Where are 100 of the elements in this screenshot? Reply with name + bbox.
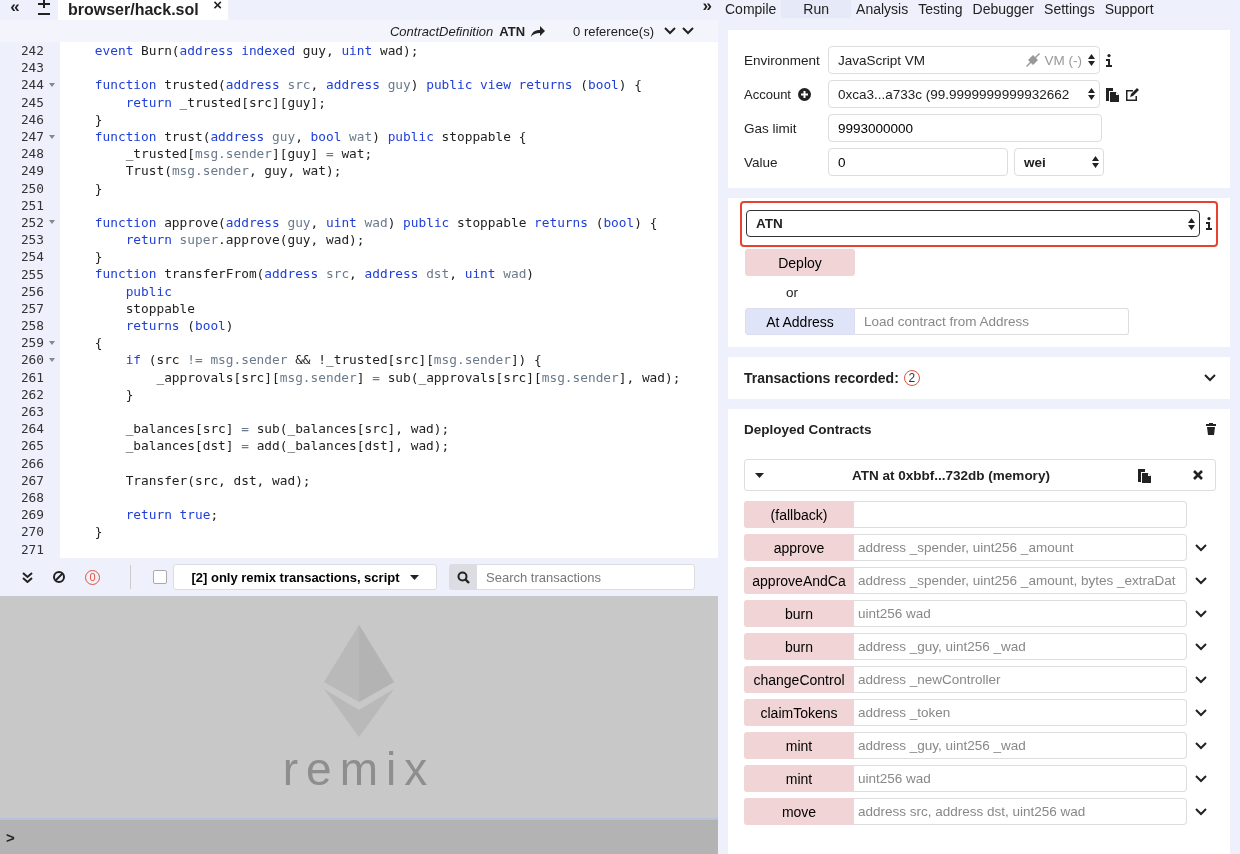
- deploy-button[interactable]: Deploy: [745, 249, 855, 276]
- argument-field[interactable]: address src, address dst, uint256 wad: [854, 798, 1187, 825]
- chevron-down-icon[interactable]: [1195, 609, 1207, 618]
- line-number: 265: [19, 438, 44, 454]
- line-number: 261: [19, 369, 44, 385]
- value-field[interactable]: 0: [828, 148, 1008, 176]
- gas-limit-field[interactable]: 9993000000: [828, 114, 1102, 142]
- info-icon[interactable]: [1206, 217, 1212, 230]
- double-chevron-down-icon[interactable]: [22, 571, 33, 583]
- panel-tab[interactable]: Support: [1099, 0, 1159, 18]
- filter-dropdown[interactable]: [2] only remix transactions, script: [173, 564, 437, 590]
- function-button[interactable]: mint: [744, 765, 854, 792]
- argument-field[interactable]: address _guy, uint256 _wad: [854, 732, 1187, 759]
- line-number: 244: [19, 77, 44, 93]
- collapse-right-icon[interactable]: »: [702, 0, 712, 12]
- at-address-button[interactable]: At Address: [745, 308, 855, 335]
- code-line: }: [93, 111, 103, 127]
- chevron-down-icon[interactable]: [1195, 774, 1207, 783]
- chevron-down-icon[interactable]: [1195, 741, 1207, 750]
- add-circle-icon[interactable]: [798, 87, 811, 101]
- account-select[interactable]: 0xca3...a733c (99.9999999999932662: [828, 80, 1100, 108]
- argument-field[interactable]: uint256 wad: [854, 765, 1187, 792]
- search-field[interactable]: Search transactions: [477, 564, 695, 590]
- line-number: 263: [19, 404, 44, 420]
- address-field[interactable]: Load contract from Address: [855, 308, 1129, 335]
- function-button[interactable]: approveAndCa: [744, 567, 854, 594]
- copy-icon[interactable]: [1138, 467, 1151, 483]
- filter-checkbox[interactable]: [153, 570, 167, 584]
- field-label: Account: [744, 86, 791, 102]
- panel-tab[interactable]: Analysis: [851, 0, 914, 18]
- search-button[interactable]: [449, 564, 477, 590]
- fold-arrow-icon[interactable]: [49, 340, 55, 345]
- line-number: 243: [19, 60, 44, 76]
- line-number: 262: [19, 386, 44, 402]
- code-line: }: [93, 524, 103, 540]
- contract-instance-bar[interactable]: ATN at 0xbbf...732db (memory): [744, 459, 1216, 491]
- reference-count: 0 reference(s): [573, 23, 654, 39]
- function-button[interactable]: approve: [744, 534, 854, 561]
- caret-down-icon[interactable]: [755, 472, 764, 478]
- line-number: 245: [19, 94, 44, 110]
- fold-arrow-icon[interactable]: [49, 82, 55, 87]
- info-icon[interactable]: [1106, 53, 1112, 67]
- chevron-up-icon[interactable]: [664, 27, 676, 35]
- argument-field[interactable]: address _spender, uint256 _amount, bytes _extraDat: [854, 567, 1187, 594]
- panel-tab[interactable]: Run: [781, 0, 852, 18]
- fold-arrow-icon[interactable]: [49, 357, 55, 362]
- chevron-down-icon[interactable]: [1195, 642, 1207, 651]
- collapse-left-icon[interactable]: «: [0, 0, 30, 14]
- chevron-down-icon[interactable]: [1195, 708, 1207, 717]
- function-button[interactable]: burn: [744, 600, 854, 627]
- code-line: return _trusted[src][guy];: [124, 94, 326, 110]
- code-line: _balances[dst] = add(_balances[dst], wad);: [124, 438, 450, 454]
- function-button[interactable]: (fallback): [744, 501, 854, 528]
- code-line: _approvals[src][msg.sender] = sub(_approvals[src][msg.sender], wad);: [155, 369, 681, 385]
- edit-icon[interactable]: [1125, 87, 1139, 101]
- line-number: 257: [19, 300, 44, 316]
- file-tab[interactable]: browser/hack.sol ×: [58, 0, 228, 20]
- chevron-down-icon[interactable]: [1195, 675, 1207, 684]
- close-icon[interactable]: ×: [213, 0, 222, 13]
- panel-tab[interactable]: Compile: [720, 0, 782, 18]
- chevron-down-icon[interactable]: [682, 27, 694, 35]
- argument-field[interactable]: [854, 501, 1187, 528]
- environment-select[interactable]: JavaScript VM VM (-): [828, 46, 1100, 74]
- line-number: 253: [19, 232, 44, 248]
- panel-tab[interactable]: Debugger: [967, 0, 1040, 18]
- chevron-down-icon[interactable]: [1195, 543, 1207, 552]
- code-line: _trusted[msg.sender][guy] = wat;: [124, 146, 373, 162]
- chevron-down-icon[interactable]: [1204, 374, 1216, 382]
- argument-field[interactable]: address _newController: [854, 666, 1187, 693]
- plug-icon: [1024, 53, 1041, 67]
- line-number: 264: [19, 421, 44, 437]
- function-button[interactable]: mint: [744, 732, 854, 759]
- argument-field[interactable]: address _spender, uint256 _amount: [854, 534, 1187, 561]
- trash-icon[interactable]: [1206, 423, 1216, 435]
- unit-select[interactable]: wei: [1014, 148, 1104, 176]
- contract-select[interactable]: ATN: [746, 210, 1200, 237]
- panel-tab[interactable]: Testing: [913, 0, 968, 18]
- code-line: if (src != msg.sender && !_trusted[src][msg.sender]) {: [124, 352, 542, 368]
- zoom-icon[interactable]: [38, 0, 50, 16]
- chevron-down-icon[interactable]: [1195, 807, 1207, 816]
- function-button[interactable]: move: [744, 798, 854, 825]
- chevron-down-icon[interactable]: [1195, 576, 1207, 585]
- clear-icon[interactable]: [53, 571, 65, 583]
- function-button[interactable]: claimTokens: [744, 699, 854, 726]
- file-name: browser/hack.sol: [68, 1, 199, 19]
- code-line: }: [93, 180, 103, 196]
- argument-field[interactable]: address _token: [854, 699, 1187, 726]
- fold-arrow-icon[interactable]: [49, 134, 55, 139]
- argument-field[interactable]: address _guy, uint256 _wad: [854, 633, 1187, 660]
- argument-field[interactable]: uint256 wad: [854, 600, 1187, 627]
- panel-tab[interactable]: Settings: [1039, 0, 1100, 18]
- function-button[interactable]: changeControl: [744, 666, 854, 693]
- code-line: {: [93, 335, 103, 351]
- line-number: 267: [19, 472, 44, 488]
- line-number: 269: [19, 507, 44, 523]
- copy-icon[interactable]: [1106, 86, 1119, 102]
- share-arrow-icon[interactable]: [531, 25, 546, 37]
- code-line: function trust(address guy, bool wat) public stoppable {: [93, 128, 527, 144]
- fold-arrow-icon[interactable]: [49, 220, 55, 225]
- function-button[interactable]: burn: [744, 633, 854, 660]
